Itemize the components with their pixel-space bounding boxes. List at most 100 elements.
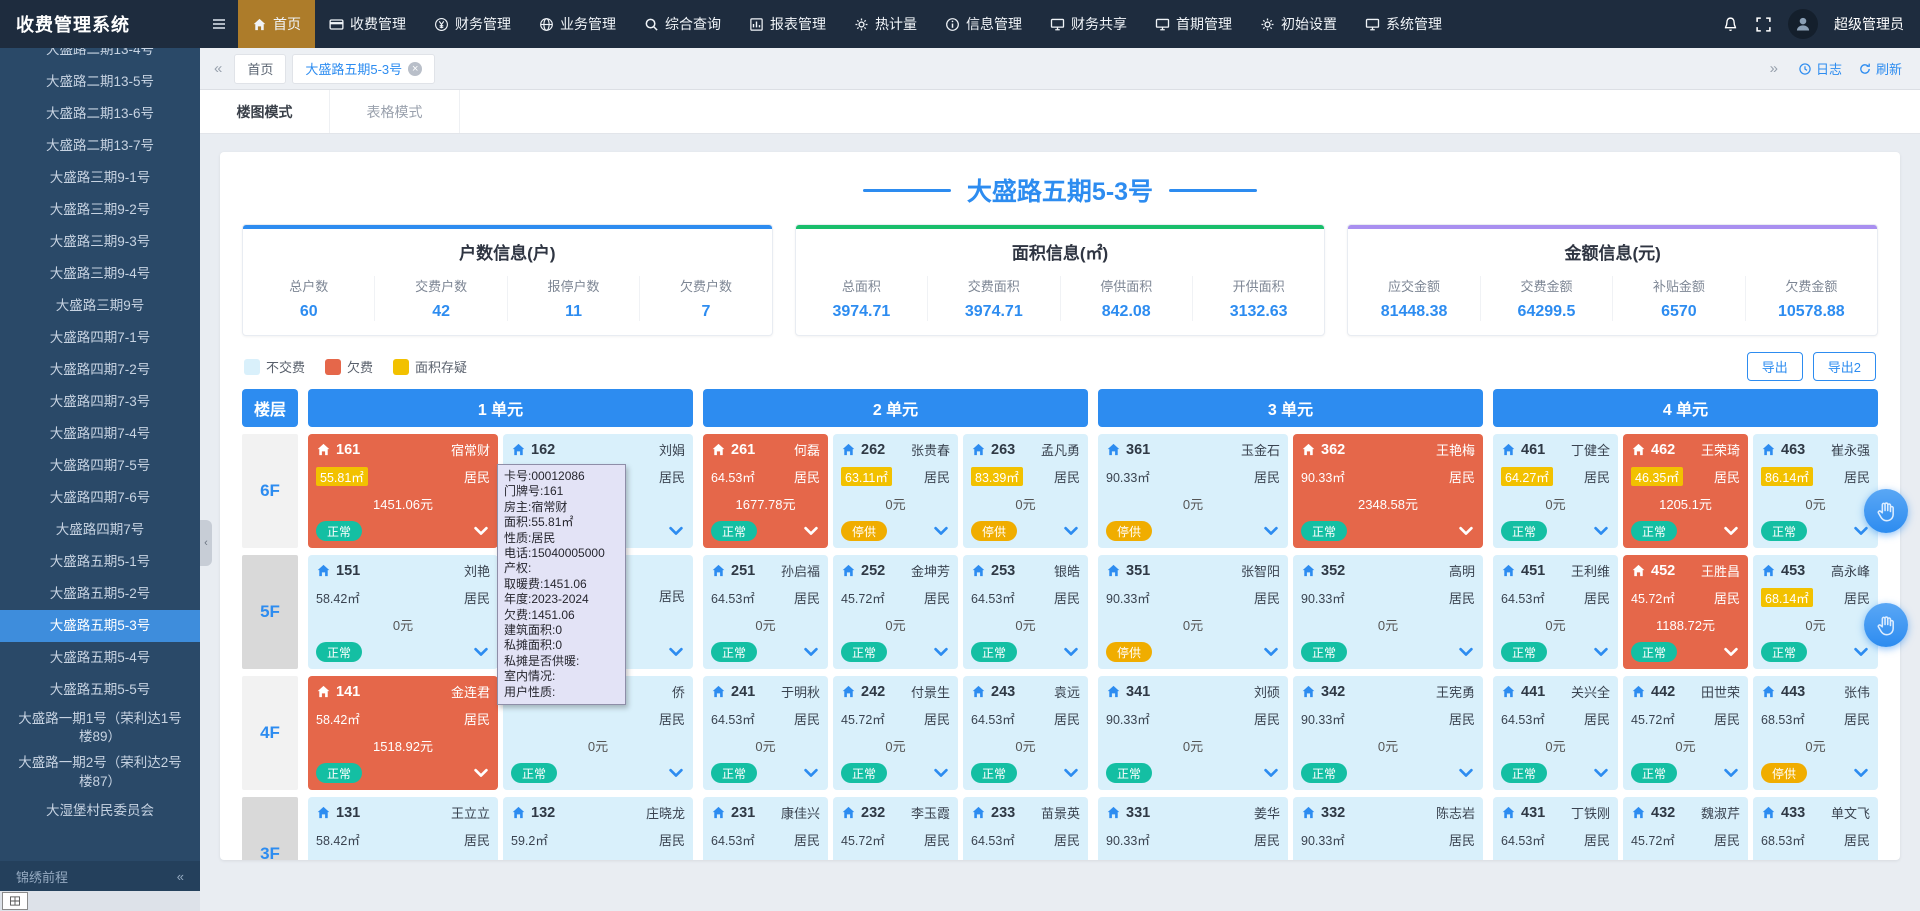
chevron-down-icon[interactable] <box>667 522 685 540</box>
tabs-scroll-left-icon[interactable]: « <box>210 60 226 77</box>
room-card-462[interactable]: 462王荣琦46.35㎡居民1205.1元正常 <box>1623 434 1748 548</box>
room-card-261[interactable]: 261何磊64.53㎡居民1677.78元正常 <box>703 434 828 548</box>
nav-item-charge-mgmt[interactable]: 收费管理 <box>315 0 420 48</box>
sidebar-item-11[interactable]: 大盛路四期7-3号 <box>0 386 200 418</box>
view-tab-floor-map[interactable]: 楼图模式 <box>200 90 330 133</box>
room-card-252[interactable]: 252金坤芳45.72㎡居民0元正常 <box>833 555 958 669</box>
room-card-161[interactable]: 161宿常财55.81㎡居民1451.06元正常 <box>308 434 498 548</box>
nav-item-finance-share[interactable]: 财务共享 <box>1036 0 1141 48</box>
nav-item-heat-metering[interactable]: 热计量 <box>840 0 931 48</box>
chevron-down-icon[interactable] <box>1262 522 1280 540</box>
room-card-232[interactable]: 232李玉霞45.72㎡居民0元正常 <box>833 797 958 860</box>
sidebar-toggle-button[interactable] <box>200 0 238 48</box>
nav-item-home[interactable]: 首页 <box>238 0 315 48</box>
chevron-down-icon[interactable] <box>1722 643 1740 661</box>
refresh-button[interactable]: 刷新 <box>1858 59 1902 78</box>
view-tab-table[interactable]: 表格模式 <box>330 90 460 133</box>
log-button[interactable]: 日志 <box>1798 59 1842 78</box>
tab-home[interactable]: 首页 <box>234 54 286 84</box>
sidebar-item-21[interactable]: 大盛路一期1号（荣利达1号楼89） <box>0 706 200 750</box>
room-card-263[interactable]: 263孟凡勇83.39㎡居民0元停供 <box>963 434 1088 548</box>
sidebar-item-6[interactable]: 大盛路三期9-3号 <box>0 226 200 258</box>
sidebar-item-5[interactable]: 大盛路三期9-2号 <box>0 194 200 226</box>
sidebar-item-1[interactable]: 大盛路二期13-5号 <box>0 66 200 98</box>
room-card-341[interactable]: 341刘硕90.33㎡居民0元正常 <box>1098 676 1288 790</box>
room-card-362[interactable]: 362王艳梅90.33㎡居民2348.58元正常 <box>1293 434 1483 548</box>
fullscreen-icon[interactable] <box>1755 16 1772 33</box>
chevron-down-icon[interactable] <box>472 764 490 782</box>
chevron-down-icon[interactable] <box>932 764 950 782</box>
chevron-down-icon[interactable] <box>1852 764 1870 782</box>
chevron-down-icon[interactable] <box>1722 522 1740 540</box>
sidebar-item-0[interactable]: 大盛路二期13-4号 <box>0 48 200 66</box>
room-card-141[interactable]: 141金连君58.42㎡居民1518.92元正常 <box>308 676 498 790</box>
room-card-431[interactable]: 431丁铁刚64.53㎡居民0元正常 <box>1493 797 1618 860</box>
chevron-down-icon[interactable] <box>932 522 950 540</box>
chevron-down-icon[interactable] <box>1592 522 1610 540</box>
status-grid-button[interactable] <box>2 892 28 910</box>
room-card-262[interactable]: 262张贵春63.11㎡居民0元停供 <box>833 434 958 548</box>
nav-item-system-mgmt[interactable]: 系统管理 <box>1351 0 1456 48</box>
chevron-down-icon[interactable] <box>802 643 820 661</box>
room-card-231[interactable]: 231康佳兴64.53㎡居民0元正常 <box>703 797 828 860</box>
sidebar-item-23[interactable]: 大湿堡村民委员会 <box>0 795 200 827</box>
room-card-453[interactable]: 453高永峰68.14㎡居民0元正常 <box>1753 555 1878 669</box>
hand-float-button-2[interactable] <box>1864 603 1908 647</box>
avatar[interactable] <box>1788 9 1818 39</box>
sidebar-item-10[interactable]: 大盛路四期7-2号 <box>0 354 200 386</box>
chevron-down-icon[interactable] <box>1457 764 1475 782</box>
sidebar-item-13[interactable]: 大盛路四期7-5号 <box>0 450 200 482</box>
hand-float-button-1[interactable] <box>1864 489 1908 533</box>
sidebar-item-15[interactable]: 大盛路四期7号 <box>0 514 200 546</box>
nav-item-init-settings[interactable]: 初始设置 <box>1246 0 1351 48</box>
room-card-331[interactable]: 331姜华90.33㎡居民0元停供 <box>1098 797 1288 860</box>
room-card-241[interactable]: 241于明秋64.53㎡居民0元正常 <box>703 676 828 790</box>
room-card-342[interactable]: 342王宪勇90.33㎡居民0元正常 <box>1293 676 1483 790</box>
chevron-down-icon[interactable] <box>472 522 490 540</box>
chevron-down-icon[interactable] <box>1062 764 1080 782</box>
room-card-253[interactable]: 253银皓64.53㎡居民0元正常 <box>963 555 1088 669</box>
tab-close-icon[interactable]: × <box>408 62 422 76</box>
room-card-352[interactable]: 352高明90.33㎡居民0元正常 <box>1293 555 1483 669</box>
user-name[interactable]: 超级管理员 <box>1834 14 1904 34</box>
sidebar-item-17[interactable]: 大盛路五期5-2号 <box>0 578 200 610</box>
sidebar-item-9[interactable]: 大盛路四期7-1号 <box>0 322 200 354</box>
nav-item-business-mgmt[interactable]: 业务管理 <box>525 0 630 48</box>
tab-building[interactable]: 大盛路五期5-3号× <box>292 54 435 84</box>
room-card-451[interactable]: 451王利维64.53㎡居民0元正常 <box>1493 555 1618 669</box>
sidebar-item-14[interactable]: 大盛路四期7-6号 <box>0 482 200 514</box>
room-card-461[interactable]: 461丁健全64.27㎡居民0元正常 <box>1493 434 1618 548</box>
chevron-down-icon[interactable] <box>1592 643 1610 661</box>
sidebar-item-18[interactable]: 大盛路五期5-3号 <box>0 610 200 642</box>
room-card-251[interactable]: 251孙启福64.53㎡居民0元正常 <box>703 555 828 669</box>
room-card-131[interactable]: 131王立立58.42㎡居民0元正常 <box>308 797 498 860</box>
chevron-down-icon[interactable] <box>667 643 685 661</box>
room-card-233[interactable]: 233苗景英64.53㎡居民0元正常 <box>963 797 1088 860</box>
room-card-243[interactable]: 243袁远64.53㎡居民0元正常 <box>963 676 1088 790</box>
chevron-down-icon[interactable] <box>1852 643 1870 661</box>
sidebar-footer[interactable]: 锦绣前程 « <box>0 861 200 891</box>
sidebar-item-7[interactable]: 大盛路三期9-4号 <box>0 258 200 290</box>
chevron-down-icon[interactable] <box>1457 643 1475 661</box>
nav-item-first-period-mgmt[interactable]: 首期管理 <box>1141 0 1246 48</box>
nav-item-query[interactable]: 综合查询 <box>630 0 735 48</box>
sidebar-item-19[interactable]: 大盛路五期5-4号 <box>0 642 200 674</box>
chevron-down-icon[interactable] <box>1262 643 1280 661</box>
sidebar-item-16[interactable]: 大盛路五期5-1号 <box>0 546 200 578</box>
sidebar-item-8[interactable]: 大盛路三期9号 <box>0 290 200 322</box>
nav-item-info-mgmt[interactable]: 信息管理 <box>931 0 1036 48</box>
chevron-down-icon[interactable] <box>1062 522 1080 540</box>
sidebar-item-2[interactable]: 大盛路二期13-6号 <box>0 98 200 130</box>
chevron-down-icon[interactable] <box>932 643 950 661</box>
chevron-down-icon[interactable] <box>1457 522 1475 540</box>
bell-icon[interactable] <box>1722 16 1739 33</box>
room-card-332[interactable]: 332陈志岩90.33㎡居民0元正常 <box>1293 797 1483 860</box>
room-card-433[interactable]: 433单文飞68.53㎡居民0元停供 <box>1753 797 1878 860</box>
sidebar-item-22[interactable]: 大盛路一期2号（荣利达2号楼87） <box>0 750 200 794</box>
sidebar-item-4[interactable]: 大盛路三期9-1号 <box>0 162 200 194</box>
chevron-down-icon[interactable] <box>802 522 820 540</box>
room-card-351[interactable]: 351张智阳90.33㎡居民0元停供 <box>1098 555 1288 669</box>
sidebar-collapse-icon[interactable]: « <box>177 869 184 884</box>
chevron-down-icon[interactable] <box>1592 764 1610 782</box>
room-card-443[interactable]: 443张伟68.53㎡居民0元停供 <box>1753 676 1878 790</box>
